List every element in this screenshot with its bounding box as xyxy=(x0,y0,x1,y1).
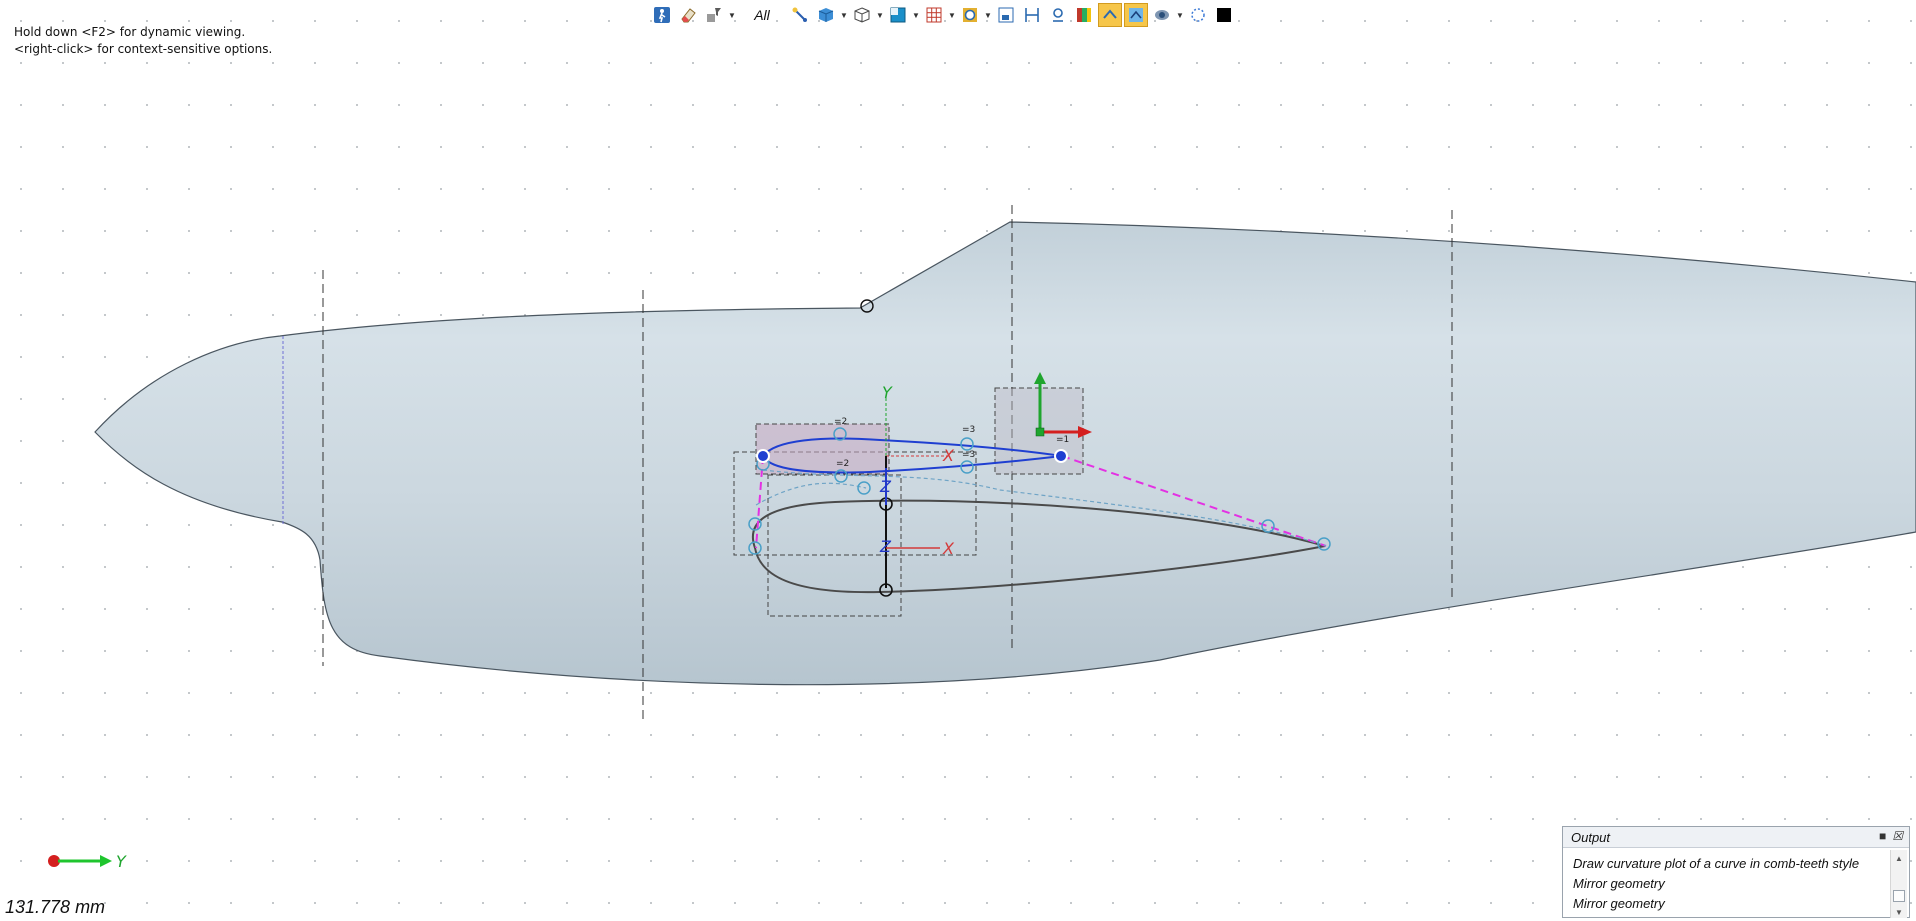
anchor-point-right[interactable] xyxy=(1054,449,1068,463)
type-filter-select[interactable]: All xyxy=(738,3,786,27)
log-line: Draw curvature plot of a curve in comb-t… xyxy=(1573,856,1860,871)
hint-line: <right-click> for context-sensitive opti… xyxy=(14,42,273,56)
output-panel-title: Output xyxy=(1571,829,1611,845)
dimension-icon[interactable] xyxy=(1020,3,1044,27)
walk-icon[interactable] xyxy=(650,3,674,27)
dotted-circle-icon[interactable] xyxy=(1186,3,1210,27)
close-icon[interactable]: ☒ xyxy=(1892,829,1903,843)
display-mode-icon[interactable] xyxy=(886,3,910,27)
anchor-point-left[interactable] xyxy=(756,449,770,463)
output-log[interactable]: Draw curvature plot of a curve in comb-t… xyxy=(1563,848,1909,918)
grid-icon[interactable] xyxy=(922,3,946,27)
log-line: Mirror geometry xyxy=(1573,876,1665,891)
viewport-hints: Hold down <F2> for dynamic viewing. <rig… xyxy=(14,24,272,58)
chevron-down-icon[interactable]: ▼ xyxy=(728,3,736,27)
black-square-icon[interactable] xyxy=(1212,3,1236,27)
shaded-view-icon[interactable] xyxy=(814,3,838,27)
render-icon[interactable] xyxy=(1150,3,1174,27)
pin-panel-icon[interactable]: ■ xyxy=(1879,829,1886,843)
scroll-thumb[interactable] xyxy=(1893,890,1905,902)
circle-target-icon[interactable] xyxy=(958,3,982,27)
hint-line: Hold down <F2> for dynamic viewing. xyxy=(14,25,246,39)
snap-icon[interactable] xyxy=(1098,3,1122,27)
3d-viewport[interactable]: Y X Z X Z =2 =3 =2 =3 =1 Hold down <F2> … xyxy=(0,0,1916,918)
triad-axis-label: Y xyxy=(116,852,127,871)
output-scrollbar[interactable]: ▲ ▼ xyxy=(1890,850,1907,918)
constraint-label: =3 xyxy=(962,425,975,435)
output-panel-header: Output ■ ☒ xyxy=(1563,827,1909,848)
z-axis-label: Z xyxy=(879,477,892,496)
chevron-down-icon[interactable]: ▼ xyxy=(948,3,956,27)
cursor-pick-icon[interactable] xyxy=(788,3,812,27)
constraint-label: =2 xyxy=(836,459,849,469)
wireframe-view-icon[interactable] xyxy=(850,3,874,27)
z-axis-label-secondary: Z xyxy=(879,537,892,556)
frame-icon[interactable] xyxy=(994,3,1018,27)
selection-filter-icon[interactable] xyxy=(702,3,726,27)
y-axis-label: Y xyxy=(882,383,893,402)
x-axis-label: X xyxy=(942,446,955,465)
scroll-up-icon[interactable]: ▲ xyxy=(1891,852,1907,866)
viewport-canvas[interactable]: Y X Z X Z =2 =3 =2 =3 =1 xyxy=(0,0,1916,916)
view-toolbar: ▼ All ▼ ▼ ▼ ▼ ▼ ▼ xyxy=(650,2,1236,28)
sketch-mode-icon[interactable] xyxy=(1124,3,1148,27)
orientation-triad: Y xyxy=(44,846,134,881)
color-palette-icon[interactable] xyxy=(1072,3,1096,27)
chevron-down-icon[interactable]: ▼ xyxy=(876,3,884,27)
output-panel: Output ■ ☒ Draw curvature plot of a curv… xyxy=(1562,826,1910,918)
pin-icon[interactable] xyxy=(1046,3,1070,27)
chevron-down-icon[interactable]: ▼ xyxy=(912,3,920,27)
eraser-icon[interactable] xyxy=(676,3,700,27)
measurement-readout: 131.778 mm xyxy=(5,897,106,917)
chevron-down-icon[interactable]: ▼ xyxy=(840,3,848,27)
constraint-label: =3 xyxy=(962,450,975,460)
scroll-down-icon[interactable]: ▼ xyxy=(1891,906,1907,918)
chevron-down-icon[interactable]: ▼ xyxy=(984,3,992,27)
constraint-label: =2 xyxy=(834,417,847,427)
chevron-down-icon[interactable]: ▼ xyxy=(1176,3,1184,27)
log-line: Mirror geometry xyxy=(1573,896,1665,911)
x-axis-label-secondary: X xyxy=(942,539,955,558)
constraint-label: =1 xyxy=(1056,435,1069,445)
